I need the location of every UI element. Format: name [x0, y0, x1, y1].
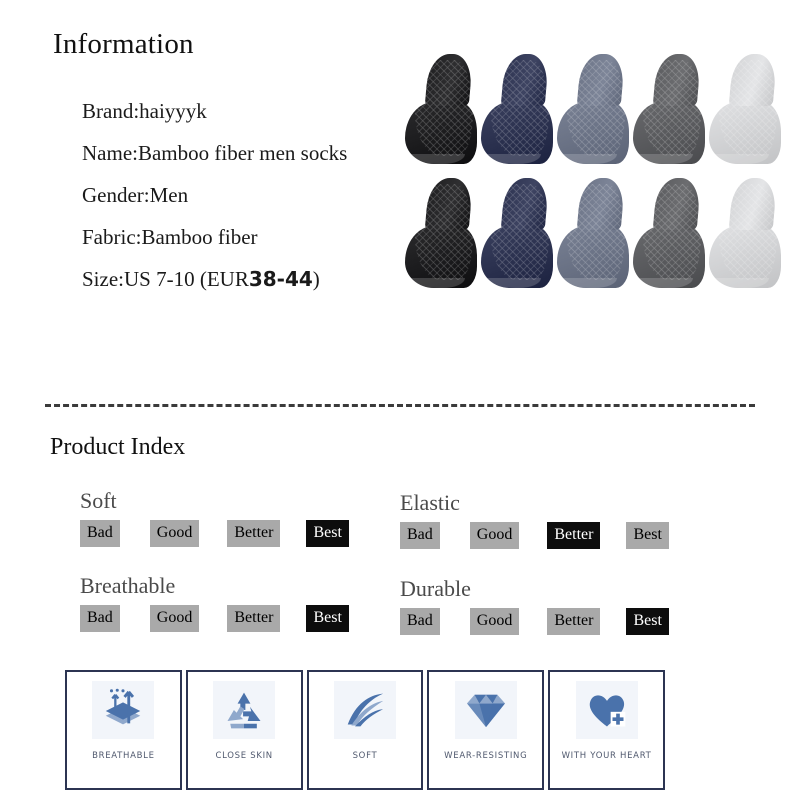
rating-breathable-best[interactable]: Best	[306, 605, 349, 632]
sock-cuff	[500, 54, 550, 106]
feature-label: WITH YOUR HEART	[561, 751, 652, 761]
feature-box-close-skin: CLOSE SKIN	[185, 670, 303, 790]
heart-plus-icon	[575, 681, 638, 739]
sock-dark-gray	[633, 54, 707, 166]
rating-elastic-best[interactable]: Best	[626, 522, 669, 549]
rating-soft-good[interactable]: Good	[149, 520, 200, 547]
metric-durable: Durable Bad Good Better Best	[400, 576, 669, 635]
sock-dark-gray	[633, 178, 707, 290]
feature-badges: BREATHABLE CLOSE SKIN SOFT WEAR-RESISTIN…	[65, 670, 665, 790]
sock-cuff	[576, 54, 626, 106]
feature-label: WEAR-RESISTING	[444, 751, 528, 761]
sock-navy-blue	[481, 178, 555, 290]
product-detail-page: Information Brand:haiyyyk Name:Bamboo fi…	[0, 0, 800, 800]
feature-box-breathable: BREATHABLE	[65, 670, 182, 790]
sock-black	[405, 54, 479, 166]
rating-soft-best[interactable]: Best	[306, 520, 349, 547]
sock-cuff	[576, 178, 626, 230]
feature-box-soft: SOFT	[306, 670, 424, 790]
metric-soft-rating-row: Bad Good Better Best	[80, 520, 349, 547]
sock-black	[405, 178, 479, 290]
sock-row-bottom	[405, 178, 783, 290]
information-list: Brand:haiyyyk Name:Bamboo fiber men sock…	[82, 90, 422, 300]
sock-slate-blue-gray	[557, 178, 631, 290]
rating-durable-best[interactable]: Best	[626, 608, 669, 635]
diamond-icon	[454, 681, 517, 739]
section-divider	[45, 404, 755, 407]
rating-elastic-better[interactable]: Better	[547, 522, 601, 549]
metric-elastic-label: Elastic	[400, 490, 460, 515]
metric-breathable: Breathable Bad Good Better Best	[80, 573, 349, 632]
sock-navy-blue	[481, 54, 555, 166]
sock-cuff	[500, 178, 550, 230]
info-size-suffix: )	[312, 267, 320, 291]
feature-label: BREATHABLE	[92, 751, 155, 761]
recycle-icon	[213, 681, 276, 739]
info-line-brand: Brand:haiyyyk	[82, 99, 207, 123]
rating-durable-good[interactable]: Good	[469, 608, 520, 635]
info-size-eur-range: 38-44	[248, 267, 313, 291]
metric-soft: Soft Bad Good Better Best	[80, 488, 349, 547]
sock-cuff	[652, 54, 702, 106]
feature-label: SOFT	[352, 751, 378, 761]
sock-cuff	[424, 54, 474, 106]
sock-row-top	[405, 54, 783, 166]
info-line-gender: Gender:Men	[82, 183, 189, 207]
information-heading: Information	[53, 28, 194, 60]
info-size-prefix: Size:US 7-10 (EUR	[82, 267, 249, 291]
metric-elastic: Elastic Bad Good Better Best	[400, 490, 669, 549]
feature-box-with-your-heart: WITH YOUR HEART	[548, 670, 665, 790]
rating-breathable-good[interactable]: Good	[149, 605, 200, 632]
info-line-fabric: Fabric:Bamboo fiber	[82, 225, 258, 249]
sock-cuff	[652, 178, 702, 230]
feather-icon	[333, 681, 396, 739]
metric-durable-rating-row: Bad Good Better Best	[400, 608, 669, 635]
metric-elastic-rating-row: Bad Good Better Best	[400, 522, 669, 549]
metric-breathable-rating-row: Bad Good Better Best	[80, 605, 349, 632]
rating-breathable-bad[interactable]: Bad	[80, 605, 120, 632]
rating-durable-better[interactable]: Better	[547, 608, 601, 635]
info-line-size: Size:US 7-10 (EUR38-44)	[82, 258, 422, 300]
feature-label: CLOSE SKIN	[215, 751, 273, 761]
rating-elastic-good[interactable]: Good	[469, 522, 520, 549]
sock-cuff	[728, 178, 778, 230]
sock-slate-blue-gray	[557, 54, 631, 166]
rating-soft-better[interactable]: Better	[227, 520, 281, 547]
sock-cuff	[424, 178, 474, 230]
feature-box-wear-resisting: WEAR-RESISTING	[427, 670, 545, 790]
rating-durable-bad[interactable]: Bad	[400, 608, 440, 635]
sock-light-gray	[709, 54, 783, 166]
metric-soft-label: Soft	[80, 488, 117, 513]
product-index-heading: Product Index	[50, 434, 186, 460]
rating-soft-bad[interactable]: Bad	[80, 520, 120, 547]
breathable-arrows-icon	[92, 681, 155, 739]
rating-elastic-bad[interactable]: Bad	[400, 522, 440, 549]
metric-durable-label: Durable	[400, 576, 471, 601]
product-photo	[405, 52, 783, 295]
info-line-name: Name:Bamboo fiber men socks	[82, 141, 348, 165]
sock-cuff	[728, 54, 778, 106]
metric-breathable-label: Breathable	[80, 573, 176, 598]
sock-light-gray	[709, 178, 783, 290]
rating-breathable-better[interactable]: Better	[227, 605, 281, 632]
